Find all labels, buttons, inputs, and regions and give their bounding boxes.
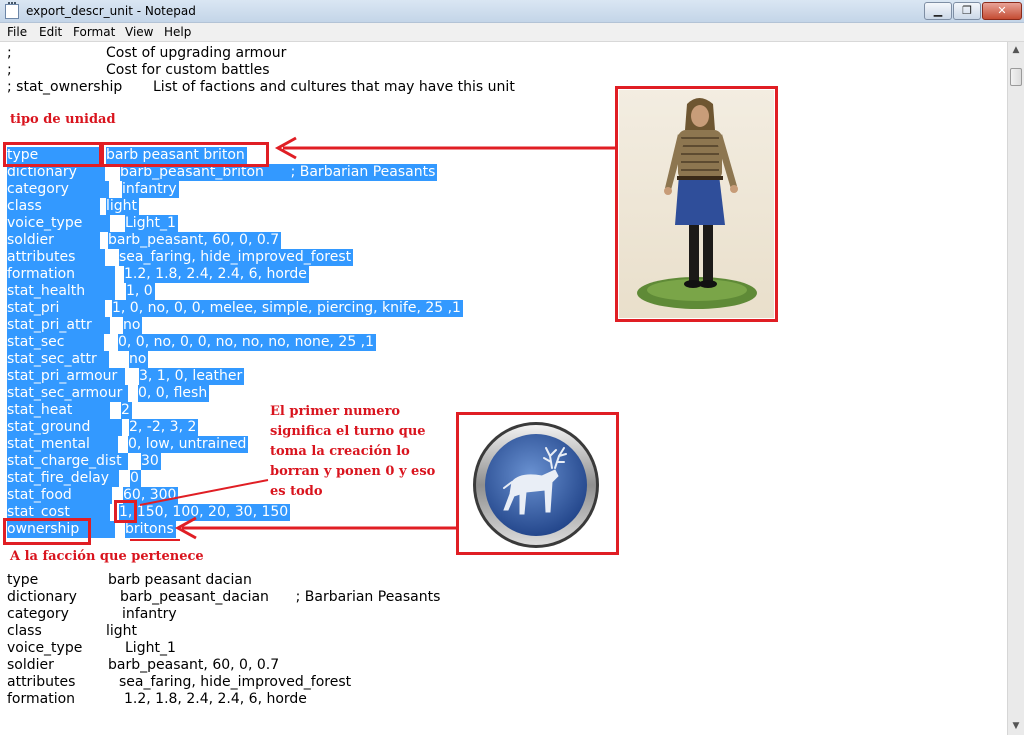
highlight-box-type-value	[101, 142, 269, 167]
stag-emblem-icon	[460, 416, 615, 551]
scroll-thumb[interactable]	[1010, 68, 1022, 86]
scroll-up-arrow-icon[interactable]: ▲	[1008, 42, 1024, 59]
annotation-faction: A la facción que pertenece	[10, 549, 204, 564]
menu-edit[interactable]: Edit	[39, 25, 62, 39]
minimize-button[interactable]: ▁	[924, 2, 952, 20]
annotation-first-number: El primer numero significa el turno que …	[270, 404, 436, 499]
highlight-box-ownership	[3, 518, 91, 545]
scroll-down-arrow-icon[interactable]: ▼	[1008, 718, 1024, 735]
menu-help[interactable]: Help	[164, 25, 191, 39]
title-bar: export_descr_unit - Notepad ▁ ❐ ✕	[0, 0, 1024, 23]
menu-view[interactable]: View	[125, 25, 153, 39]
menu-file[interactable]: File	[7, 25, 27, 39]
highlight-box-cost-first	[114, 500, 137, 523]
annotation-unit-type: tipo de unidad	[10, 112, 116, 127]
maximize-button[interactable]: ❐	[953, 2, 981, 20]
highlight-box-type-key	[3, 142, 102, 167]
menu-format[interactable]: Format	[73, 25, 115, 39]
vertical-scrollbar[interactable]: ▲ ▼	[1007, 42, 1024, 735]
menu-bar: File Edit Format View Help	[0, 23, 1024, 42]
close-button[interactable]: ✕	[982, 2, 1022, 20]
notepad-icon	[5, 2, 19, 19]
window-title: export_descr_unit - Notepad	[26, 4, 196, 18]
peasant-unit-image	[619, 90, 774, 318]
